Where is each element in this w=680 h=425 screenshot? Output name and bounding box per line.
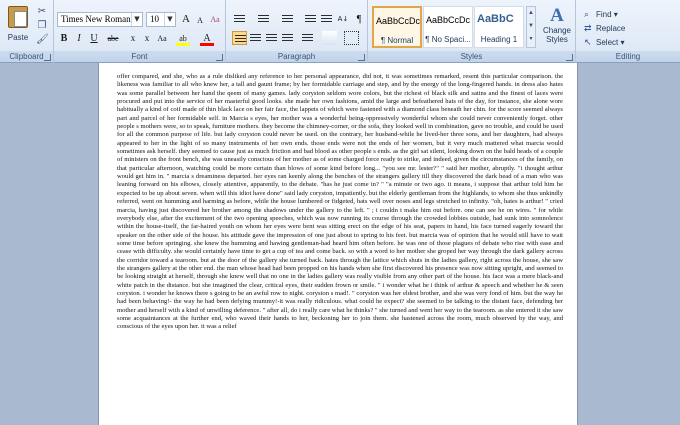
style-name: ¶ Normal — [380, 36, 414, 45]
replace-button[interactable]: ⇄ Replace — [584, 22, 625, 35]
change-styles-label: Change Styles — [542, 26, 572, 44]
underline-button[interactable]: U — [87, 31, 101, 46]
editing-group: ⌕ Find ▾ ⇄ Replace ↖ Select ▾ Editing — [576, 0, 680, 63]
multilevel-list-icon — [282, 15, 293, 23]
font-size-combo[interactable]: 10 ▼ — [146, 12, 176, 27]
align-center-icon — [250, 34, 261, 42]
justify-icon — [282, 34, 293, 42]
style-sample: AaBbCcDc — [426, 15, 471, 25]
borders-button[interactable] — [344, 31, 359, 45]
change-styles-button[interactable]: A Change Styles — [540, 6, 574, 50]
paragraph-group-label: Paragraph — [226, 51, 367, 62]
font-name-combo[interactable]: Times New Roman ▼ — [57, 12, 143, 27]
grow-font-button[interactable]: A — [179, 12, 193, 27]
styles-group-label: Styles — [368, 51, 575, 62]
decrease-indent-icon — [305, 15, 316, 23]
bullets-button[interactable] — [232, 12, 247, 26]
shrink-font-button[interactable]: A — [193, 13, 207, 28]
document-body[interactable]: offer compared, and she, who as a rule d… — [117, 73, 563, 332]
document-page[interactable]: offer compared, and she, who as a rule d… — [98, 63, 578, 425]
align-left-button[interactable] — [232, 31, 247, 45]
bold-button[interactable]: B — [57, 31, 71, 46]
cut-icon[interactable]: ✂ — [36, 6, 48, 18]
styles-dialog-launcher[interactable] — [566, 54, 573, 61]
document-area: offer compared, and she, who as a rule d… — [0, 63, 680, 425]
chevron-down-icon[interactable]: ▼ — [131, 13, 142, 26]
clipboard-dialog-launcher[interactable] — [44, 54, 51, 61]
align-right-icon — [266, 34, 277, 42]
style-heading-1[interactable]: AaBbC Heading 1 — [474, 6, 524, 48]
shading-button[interactable] — [322, 31, 337, 45]
paste-icon — [8, 6, 28, 28]
clear-formatting-button[interactable]: Aa — [208, 12, 222, 27]
font-group-label: Font — [54, 51, 225, 62]
line-spacing-button[interactable] — [300, 31, 315, 45]
select-label: Select — [596, 38, 619, 47]
change-case-button[interactable]: Aa — [155, 31, 169, 46]
text-highlight-button[interactable]: ab — [176, 31, 190, 46]
change-styles-icon: A — [550, 5, 564, 26]
paste-button[interactable]: Paste — [4, 4, 32, 48]
document-paragraph: offer compared, and she, who as a rule d… — [117, 73, 563, 331]
paragraph-group: A↓ ¶ Paragraph — [226, 0, 368, 63]
clipboard-group: Paste ✂ ❐ 🖌 Clipboard — [0, 0, 54, 63]
justify-button[interactable] — [280, 31, 295, 45]
increase-indent-button[interactable] — [319, 12, 334, 26]
style-no-spacing[interactable]: AaBbCcDc ¶ No Spaci... — [423, 6, 473, 48]
styles-scroll[interactable]: ▲ ▼ ▾ — [526, 6, 536, 48]
chevron-down-icon[interactable]: ▼ — [164, 13, 175, 26]
style-sample: AaBbC — [477, 13, 514, 25]
find-icon: ⌕ — [584, 9, 590, 19]
replace-label: Replace — [596, 24, 626, 33]
ribbon: Paste ✂ ❐ 🖌 Clipboard Times New Roman ▼ … — [0, 0, 680, 63]
paragraph-dialog-launcher[interactable] — [358, 54, 365, 61]
align-right-button[interactable] — [264, 31, 279, 45]
find-button[interactable]: ⌕ Find ▾ — [584, 8, 618, 21]
show-formatting-marks-button[interactable]: ¶ — [352, 12, 366, 27]
style-sample: AaBbCcDc — [376, 16, 421, 26]
select-button[interactable]: ↖ Select ▾ — [584, 36, 624, 49]
font-group: Times New Roman ▼ 10 ▼ A A Aa B I U abe … — [54, 0, 226, 63]
numbering-icon — [258, 15, 269, 23]
style-name: Heading 1 — [480, 35, 518, 44]
font-dialog-launcher[interactable] — [216, 54, 223, 61]
font-color-button[interactable]: A — [200, 31, 214, 46]
strikethrough-button[interactable]: abe — [106, 31, 120, 46]
replace-icon: ⇄ — [584, 23, 592, 33]
find-label: Find — [596, 10, 612, 19]
subscript-button[interactable]: x — [126, 31, 140, 46]
style-name: ¶ No Spaci... — [425, 35, 471, 44]
bullets-icon — [234, 15, 245, 23]
increase-indent-icon — [321, 15, 332, 23]
line-spacing-icon — [302, 34, 313, 42]
italic-button[interactable]: I — [72, 31, 86, 46]
editing-group-label: Editing — [576, 51, 680, 62]
font-size-value: 10 — [150, 14, 159, 24]
copy-icon[interactable]: ❐ — [36, 20, 48, 32]
sort-button[interactable]: A↓ — [336, 12, 350, 27]
decrease-indent-button[interactable] — [303, 12, 318, 26]
numbering-button[interactable] — [256, 12, 271, 26]
style-normal[interactable]: AaBbCcDc ¶ Normal — [372, 6, 422, 48]
font-name-value: Times New Roman — [61, 14, 131, 24]
align-left-icon — [235, 35, 246, 43]
paste-label: Paste — [7, 33, 29, 42]
styles-group: AaBbCcDc ¶ Normal AaBbCcDc ¶ No Spaci...… — [368, 0, 576, 63]
format-painter-icon[interactable]: 🖌 — [36, 34, 49, 46]
align-center-button[interactable] — [248, 31, 263, 45]
select-icon: ↖ — [584, 37, 592, 47]
superscript-button[interactable]: x — [140, 31, 154, 46]
multilevel-list-button[interactable] — [280, 12, 295, 26]
